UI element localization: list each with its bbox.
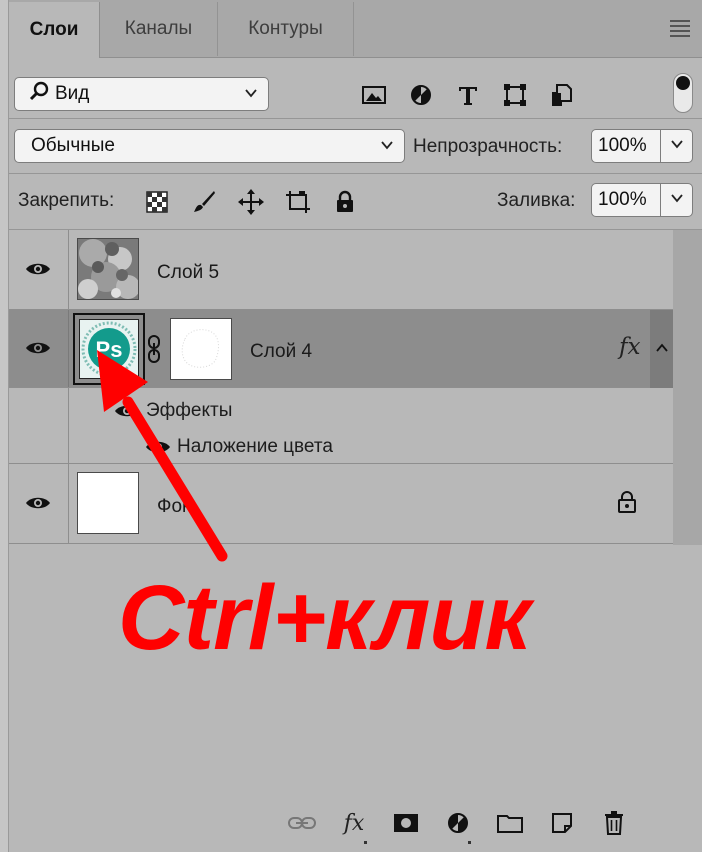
link-layers-icon[interactable] — [285, 808, 319, 838]
layer-name[interactable]: Фон — [157, 496, 193, 518]
opacity-dropdown-button[interactable] — [661, 129, 693, 163]
new-group-icon[interactable] — [493, 808, 527, 838]
lock-icon — [617, 490, 637, 519]
chevron-down-icon — [670, 191, 684, 210]
add-mask-icon[interactable] — [389, 808, 423, 838]
divider — [9, 173, 702, 174]
tab-paths[interactable]: Контуры — [218, 2, 354, 56]
layer-thumbnail-background[interactable] — [77, 472, 139, 534]
layers-scrollbar[interactable] — [673, 230, 702, 545]
layer-mask-thumbnail[interactable] — [170, 318, 232, 380]
mask-link-icon[interactable] — [147, 334, 161, 369]
new-layer-icon[interactable] — [545, 808, 579, 838]
shape-filter-icon[interactable] — [499, 80, 531, 110]
filter-kind-dropdown[interactable]: Вид — [14, 77, 269, 111]
tab-layers[interactable]: Слои — [9, 2, 100, 58]
lock-icon[interactable] — [329, 188, 361, 216]
layer-name[interactable]: Слой 4 — [250, 341, 312, 363]
opacity-input[interactable]: 100% — [591, 129, 661, 163]
image-filter-icon[interactable] — [358, 80, 390, 110]
search-icon — [29, 81, 49, 107]
window-left-edge — [0, 0, 9, 852]
delete-layer-icon[interactable] — [597, 808, 631, 838]
blend-mode-dropdown[interactable]: Обычные — [14, 129, 405, 163]
add-style-label: fx — [343, 810, 365, 836]
fill-input[interactable]: 100% — [591, 183, 661, 217]
layer-thumbnail-ps-logo: Ps — [79, 319, 139, 379]
layer-effects-list: Эффекты Наложение цвета — [9, 388, 673, 464]
layer-thumbnail-selected-frame[interactable]: Ps — [73, 313, 145, 385]
panel-tab-bar: Слои Каналы Контуры — [9, 0, 702, 58]
layer-row-sloy-5[interactable]: Слой 5 — [9, 230, 673, 310]
filter-icons-group — [358, 80, 593, 110]
visibility-column — [9, 310, 69, 387]
annotation-text: Ctrl+клик — [118, 567, 531, 669]
lock-transparent-pixels-icon[interactable] — [141, 188, 173, 216]
eye-icon[interactable] — [145, 439, 171, 455]
effect-row-color-overlay[interactable]: Наложение цвета — [145, 436, 333, 458]
layers-list: Слой 5 Ps Слой 4 fx Эффекты Наложение цв… — [9, 230, 673, 545]
chevron-down-icon — [244, 86, 258, 100]
collapse-effects-button[interactable] — [650, 310, 673, 388]
lock-label: Закрепить: — [18, 190, 115, 211]
eye-icon[interactable] — [114, 403, 140, 419]
effects-row[interactable]: Эффекты — [114, 400, 232, 422]
adjustment-filter-icon[interactable] — [405, 80, 437, 110]
filter-toggle[interactable] — [673, 73, 693, 113]
add-style-icon[interactable]: fx — [337, 808, 371, 844]
chevron-down-icon — [380, 138, 394, 152]
opacity-label: Непрозрачность: — [413, 136, 563, 157]
effects-label: Эффекты — [146, 400, 233, 421]
visibility-column — [9, 464, 69, 543]
layer-thumbnail-clouds[interactable] — [77, 238, 140, 300]
divider — [9, 118, 702, 119]
new-adjustment-icon[interactable] — [441, 808, 475, 844]
layer-name[interactable]: Слой 5 — [157, 262, 219, 284]
eye-icon[interactable] — [25, 495, 51, 511]
chevron-up-icon — [655, 340, 669, 358]
eye-icon[interactable] — [25, 261, 51, 277]
tab-channels[interactable]: Каналы — [100, 2, 218, 56]
brush-icon[interactable] — [188, 188, 220, 216]
visibility-column — [9, 230, 69, 309]
layer-effects-icon[interactable]: fx — [619, 334, 640, 360]
ps-logo-text: Ps — [96, 337, 123, 362]
layer-row-fon[interactable]: Фон — [9, 464, 673, 544]
effect-name: Наложение цвета — [177, 436, 333, 457]
lock-icons-group — [141, 188, 376, 216]
bottom-toolbar: fx — [285, 808, 649, 844]
blend-mode-value: Обычные — [31, 135, 115, 156]
chevron-down-icon — [670, 137, 684, 156]
fill-dropdown-button[interactable] — [661, 183, 693, 217]
move-icon[interactable] — [235, 188, 267, 216]
visibility-column — [9, 388, 69, 463]
artboard-lock-icon[interactable] — [282, 188, 314, 216]
smart-object-filter-icon[interactable] — [546, 80, 578, 110]
layer-row-sloy-4[interactable]: Ps Слой 4 fx — [9, 310, 673, 388]
filter-kind-label: Вид — [55, 83, 90, 104]
fill-label: Заливка: — [497, 190, 576, 211]
panel-menu-icon[interactable] — [670, 20, 690, 40]
type-filter-icon[interactable] — [452, 80, 484, 110]
eye-icon[interactable] — [25, 340, 51, 356]
